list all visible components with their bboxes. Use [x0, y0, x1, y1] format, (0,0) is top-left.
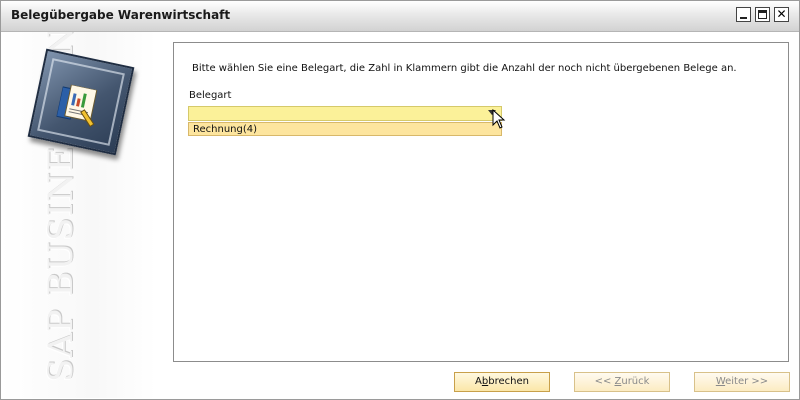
instruction-text: Bitte wählen Sie eine Belegart, die Zahl…	[192, 63, 737, 74]
window-title: Belegübergabe Warenwirtschaft	[11, 8, 231, 22]
cancel-button[interactable]: Abbrechen	[454, 372, 550, 392]
content-panel: Bitte wählen Sie eine Belegart, die Zahl…	[173, 42, 789, 362]
title-bar[interactable]: Belegübergabe Warenwirtschaft ✕	[1, 1, 799, 32]
minimize-button[interactable]	[736, 7, 751, 22]
mouse-pointer-icon	[492, 109, 506, 129]
next-button[interactable]: Weiter >>	[694, 372, 790, 392]
window-controls: ✕	[736, 7, 789, 22]
maximize-button[interactable]	[755, 7, 770, 22]
wizard-logo	[27, 48, 135, 156]
dropdown-option[interactable]: Rechnung(4)	[193, 124, 257, 135]
belegart-label: Belegart	[189, 90, 232, 101]
back-button[interactable]: << Zurück	[574, 372, 670, 392]
branding-sidebar: SAP BUSINESS ONE	[1, 32, 156, 398]
close-button[interactable]: ✕	[774, 7, 789, 22]
document-chart-icon	[55, 84, 98, 128]
belegart-dropdown-list: Rechnung(4)	[188, 122, 502, 136]
dialog-window: Belegübergabe Warenwirtschaft ✕ SAP BUSI…	[0, 0, 800, 400]
logo-tile-icon	[27, 48, 135, 156]
belegart-combobox[interactable]	[188, 106, 502, 121]
